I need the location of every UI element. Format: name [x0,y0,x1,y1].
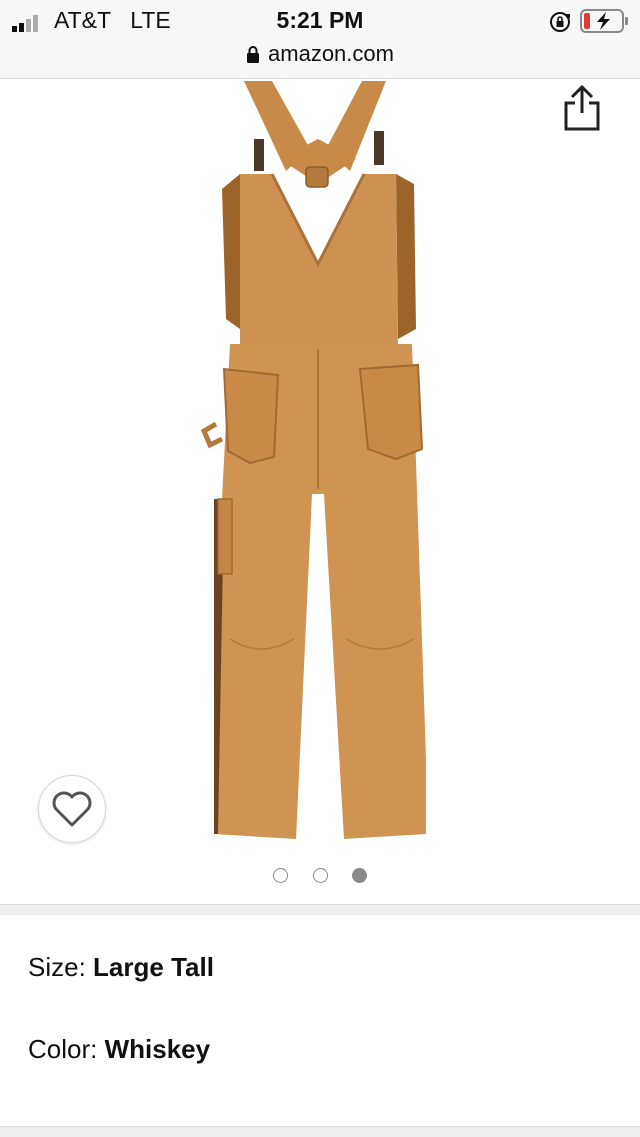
lock-icon [247,46,260,63]
carousel-dot-3[interactable] [351,868,367,883]
battery-icon [580,9,628,33]
share-icon [564,85,600,131]
network-type: LTE [130,7,171,33]
section-divider [0,904,640,915]
heart-icon [52,791,92,827]
signal-strength-icon [12,15,38,32]
color-value: Whiskey [104,1034,211,1064]
size-label: Size: [28,952,86,982]
share-button[interactable] [560,85,604,131]
status-bar: AT&T LTE 5:21 PM amazon.com [0,0,640,79]
section-divider-bottom [0,1126,640,1137]
status-row: AT&T LTE 5:21 PM [0,6,640,36]
size-variation[interactable]: Size: Large Tall [28,952,214,983]
product-image-overalls[interactable] [200,79,440,849]
carousel-dot-1[interactable] [273,868,289,883]
address-bar[interactable]: amazon.com [0,41,640,69]
color-variation[interactable]: Color: Whiskey [28,1034,210,1065]
product-image-gallery[interactable] [0,79,640,904]
carrier-name: AT&T [54,7,112,33]
image-carousel-indicator [0,868,640,888]
carousel-dot-2[interactable] [312,868,328,883]
size-value: Large Tall [93,952,214,982]
rotation-lock-icon [550,12,570,32]
url-text: amazon.com [268,41,394,66]
color-label: Color: [28,1034,98,1064]
carrier-network: AT&T LTE [54,7,171,34]
add-to-wishlist-button[interactable] [38,775,106,843]
